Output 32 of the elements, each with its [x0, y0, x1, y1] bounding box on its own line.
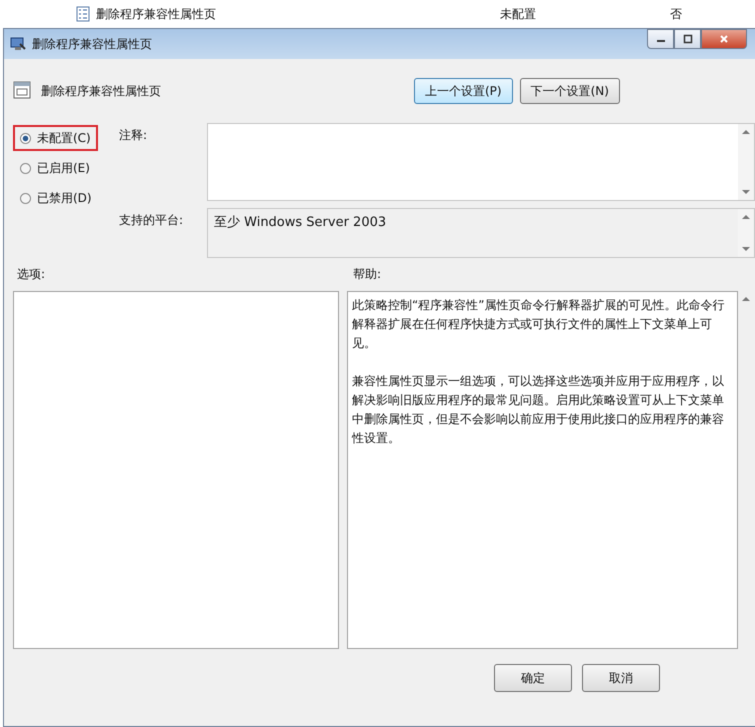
- previous-setting-button[interactable]: 上一个设置(P): [414, 78, 513, 104]
- list-icon: [76, 6, 90, 22]
- policy-name: 删除程序兼容性属性页: [96, 6, 217, 22]
- window-title: 删除程序兼容性属性页: [32, 36, 153, 52]
- close-button[interactable]: [701, 29, 747, 49]
- maximize-button[interactable]: [674, 29, 701, 49]
- close-icon: [719, 34, 729, 44]
- settings-page-icon: [13, 81, 31, 99]
- radio-label[interactable]: 已禁用(D): [37, 190, 92, 206]
- cancel-button[interactable]: 取消: [582, 664, 660, 692]
- radio-button[interactable]: [20, 192, 31, 204]
- platform-label: 支持的平台:: [118, 212, 184, 229]
- radio-label[interactable]: 未配置(C): [37, 130, 91, 146]
- next-setting-button[interactable]: 下一个设置(N): [520, 78, 620, 104]
- scrollbar[interactable]: [738, 124, 754, 200]
- radio-button[interactable]: [20, 132, 31, 144]
- radio-button[interactable]: [20, 162, 31, 174]
- platform-value: 至少 Windows Server 2003: [213, 214, 388, 232]
- ok-button[interactable]: 确定: [494, 664, 572, 692]
- scrollbar[interactable]: [738, 209, 754, 257]
- minimize-button[interactable]: [647, 29, 674, 49]
- monitor-icon: [10, 36, 26, 52]
- radio-label[interactable]: 已启用(E): [37, 160, 90, 176]
- help-label: 帮助:: [353, 266, 382, 282]
- policy-title: 删除程序兼容性属性页: [41, 83, 162, 100]
- options-label: 选项:: [16, 266, 46, 282]
- help-panel: 此策略控制“程序兼容性”属性页命令行解释器扩展的可见性。此命令行解释器扩展在任何程序快捷方式或可执行文件的属性上下文菜单上可见。 兼容性属性页显示一组选项，可以选择这些选项并应用于应用程序，以解决影响旧版应用程序的最常见问题。启用此策略设置可从上下文菜单中删除属性页，但是不会影响以前应用于使用此接口的应用程序的兼容性设置。: [347, 291, 738, 649]
- maximize-icon: [682, 34, 692, 44]
- policy-state: 未配置: [500, 6, 537, 22]
- comment-field[interactable]: [207, 123, 755, 201]
- comment-label: 注释:: [118, 127, 148, 144]
- policy-comment: 否: [670, 6, 682, 22]
